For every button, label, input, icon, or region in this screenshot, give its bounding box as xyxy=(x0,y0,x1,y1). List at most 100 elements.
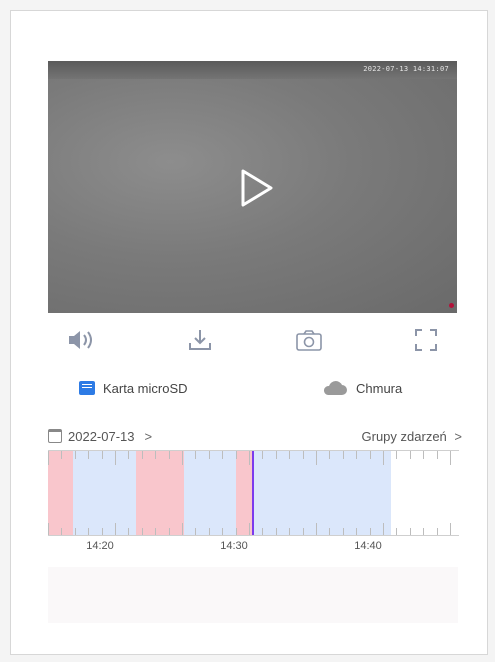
timeline-tick xyxy=(423,451,424,459)
timeline-tick xyxy=(437,528,438,535)
timeline-tick xyxy=(262,528,263,535)
timeline-tick xyxy=(222,451,223,459)
timeline-tick xyxy=(343,451,344,459)
timeline-tick xyxy=(61,528,62,535)
timeline-tick xyxy=(48,451,49,465)
timeline-tick xyxy=(128,451,129,459)
event-groups-link[interactable]: Grupy zdarzeń > xyxy=(362,429,462,444)
timeline-tick xyxy=(303,528,304,535)
timeline-tick xyxy=(370,451,371,459)
alarm-segment[interactable] xyxy=(136,451,184,535)
camera-icon xyxy=(296,330,322,351)
timeline-tick xyxy=(410,528,411,535)
timeline-tick xyxy=(209,451,210,459)
timeline-tick xyxy=(450,523,451,535)
date-bar: 2022-07-13 > Grupy zdarzeń > xyxy=(48,425,462,447)
timeline-tick xyxy=(128,528,129,535)
timeline-tick xyxy=(115,451,116,465)
timeline-tick xyxy=(169,528,170,535)
download-icon xyxy=(189,330,211,350)
volume-icon xyxy=(69,331,92,349)
timeline-tick xyxy=(276,451,277,459)
timeline-tick xyxy=(316,523,317,535)
event-list-area xyxy=(48,567,458,623)
play-icon[interactable] xyxy=(233,165,279,211)
playback-timeline[interactable] xyxy=(48,450,459,536)
timeline-tick xyxy=(356,528,357,535)
timeline-tick xyxy=(329,528,330,535)
timeline-tick xyxy=(303,451,304,459)
timeline-tick xyxy=(289,528,290,535)
recording-indicator xyxy=(449,303,454,308)
timeline-tick xyxy=(182,451,183,465)
playhead-cursor[interactable] xyxy=(252,451,254,535)
timeline-tick xyxy=(236,528,237,535)
recording-segment[interactable] xyxy=(184,451,236,535)
timeline-tick xyxy=(88,451,89,459)
timeline-tick xyxy=(142,451,143,459)
timeline-tick xyxy=(410,451,411,459)
timeline-tick xyxy=(102,451,103,459)
timeline-tick xyxy=(115,523,116,535)
timeline-tick xyxy=(329,451,330,459)
timeline-tick xyxy=(155,528,156,535)
sd-card-label: Karta microSD xyxy=(103,380,188,396)
timeline-tick xyxy=(423,528,424,535)
timeline-tick xyxy=(195,451,196,459)
timeline-labels: 14:20 14:30 14:40 xyxy=(48,540,459,554)
snapshot-button[interactable] xyxy=(294,326,322,354)
event-groups-label: Grupy zdarzeń xyxy=(361,428,447,444)
sd-card-icon xyxy=(79,381,95,395)
timestamp-osd: 2022-07-13 14:31:07 xyxy=(363,65,449,73)
date-label: 2022-07-13 xyxy=(68,428,135,444)
timeline-tick xyxy=(370,528,371,535)
timeline-tick xyxy=(356,451,357,459)
timeline-label: 14:20 xyxy=(86,540,114,552)
timeline-tick xyxy=(450,451,451,465)
cloud-label: Chmura xyxy=(356,380,403,396)
timeline-tick xyxy=(195,528,196,535)
timeline-tick xyxy=(383,523,384,535)
video-player[interactable]: 2022-07-13 14:31:07 xyxy=(48,61,457,313)
recording-segment[interactable] xyxy=(73,451,136,535)
timeline-tick xyxy=(437,451,438,459)
timeline-tick xyxy=(289,451,290,459)
timeline-label: 14:30 xyxy=(220,540,248,552)
alarm-segment[interactable] xyxy=(236,451,253,535)
timeline-label: 14:40 xyxy=(354,540,382,552)
recording-segment[interactable] xyxy=(253,451,391,535)
timeline-tick xyxy=(249,523,250,535)
cloud-icon xyxy=(323,381,347,395)
timeline-tick xyxy=(276,528,277,535)
timeline-tick xyxy=(155,451,156,459)
timeline-tick xyxy=(316,451,317,465)
timeline-tick xyxy=(88,528,89,535)
timeline-tick xyxy=(142,528,143,535)
timeline-tick xyxy=(222,528,223,535)
download-button[interactable] xyxy=(186,326,214,354)
timeline-tick xyxy=(236,451,237,459)
timeline-tick xyxy=(383,451,384,465)
cloud-option[interactable]: Chmura xyxy=(322,377,402,399)
timeline-tick xyxy=(75,451,76,459)
alarm-segment[interactable] xyxy=(48,451,73,535)
timeline-tick xyxy=(249,451,250,465)
timeline-tick xyxy=(169,451,170,459)
chevron-right-icon: > xyxy=(454,428,462,444)
volume-button[interactable] xyxy=(66,326,94,354)
calendar-icon xyxy=(48,429,62,443)
fullscreen-button[interactable] xyxy=(412,326,440,354)
timeline-tick xyxy=(182,523,183,535)
timeline-tick xyxy=(396,451,397,459)
timeline-tick xyxy=(343,528,344,535)
timeline-tick xyxy=(262,451,263,459)
date-picker[interactable]: 2022-07-13 > xyxy=(48,429,152,444)
timeline-tick xyxy=(396,528,397,535)
fullscreen-icon xyxy=(415,329,437,351)
timeline-tick xyxy=(61,451,62,459)
sd-card-option[interactable]: Karta microSD xyxy=(79,377,188,399)
chevron-right-icon: > xyxy=(144,428,153,444)
timeline-tick xyxy=(48,523,49,535)
timeline-tick xyxy=(102,528,103,535)
timeline-tick xyxy=(75,528,76,535)
